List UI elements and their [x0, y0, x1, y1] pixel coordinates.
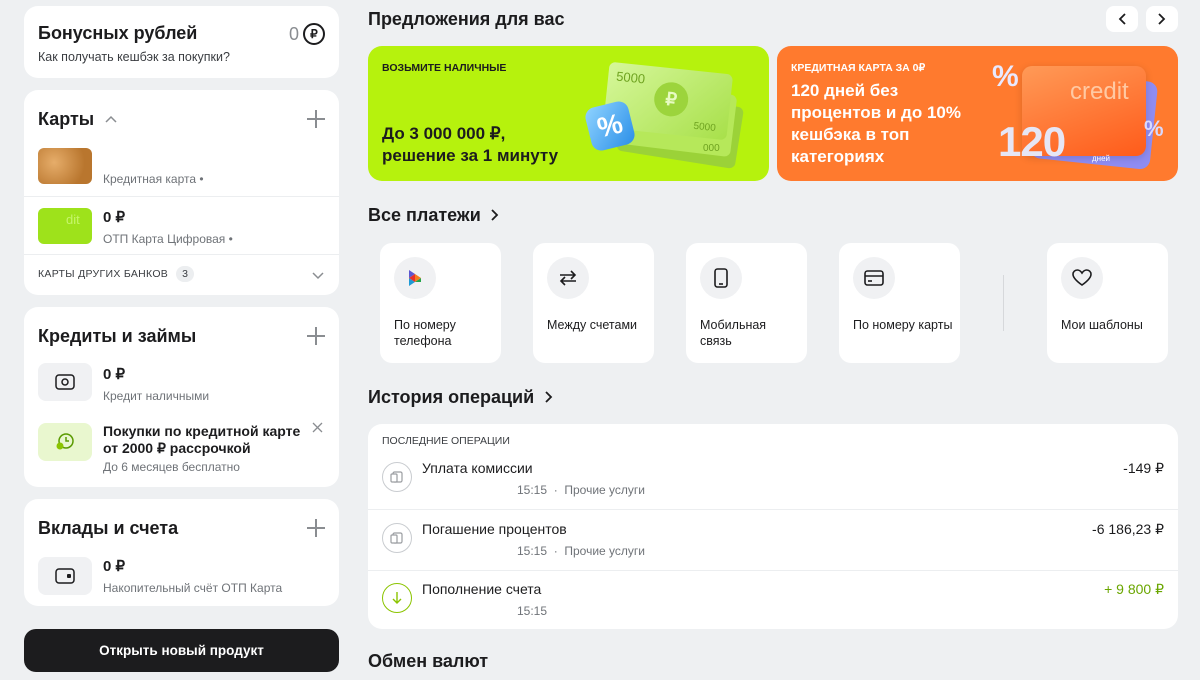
- promo-title: Покупки по кредитной карте от 2000 ₽ рас…: [103, 423, 301, 456]
- banner-tag: КРЕДИТНАЯ КАРТА ЗА 0₽: [791, 62, 926, 74]
- operation-name: Уплата комиссии: [422, 460, 533, 476]
- add-card-icon[interactable]: [307, 110, 325, 128]
- credit-amount: 0 ₽: [103, 366, 126, 383]
- chevron-right-icon: [491, 209, 499, 221]
- deposits-title: Вклады и счета: [38, 518, 179, 538]
- heart-icon: [1061, 257, 1103, 299]
- banner-text: До 3 000 000 ₽, решение за 1 минуту: [382, 124, 559, 165]
- payment-tile-phone[interactable]: По номеру телефона: [380, 243, 501, 363]
- banknotes-illustration: 5000 5000 ₽ 000 %: [583, 46, 758, 181]
- other-banks-row[interactable]: КАРТЫ ДРУГИХ БАНКОВ 3: [24, 258, 339, 290]
- operation-amount-positive: + 9 800 ₽: [1104, 581, 1164, 597]
- operation-name: Погашение процентов: [422, 521, 567, 537]
- sbp-icon: [394, 257, 436, 299]
- payment-tile-label: По номеру телефона: [394, 318, 456, 348]
- transfer-arrows-icon: [547, 257, 589, 299]
- history-title: История операций: [368, 387, 535, 407]
- operation-meta: 15:15 · Прочие услуги: [517, 544, 645, 558]
- credits-section: Кредиты и займы 0 ₽ Кредит наличными Пок…: [24, 307, 339, 487]
- divider: [368, 509, 1178, 510]
- payment-tile-templates[interactable]: Мои шаблоны: [1047, 243, 1168, 363]
- banner-text: 120 дней без процентов и до 10% кешбэка …: [791, 81, 961, 166]
- bonus-card[interactable]: Бонусных рублей Как получать кешбэк за п…: [24, 6, 339, 78]
- operation-time: 15:15: [517, 604, 548, 618]
- close-icon[interactable]: [312, 422, 323, 433]
- receipt-icon: [382, 462, 412, 492]
- promo-subtitle: До 6 месяцев бесплатно: [103, 460, 240, 474]
- card-item-credit[interactable]: Кредитная карта •: [24, 142, 339, 196]
- payment-tile-card-number[interactable]: По номеру карты: [839, 243, 960, 363]
- cash-icon: [38, 363, 92, 401]
- operation-amount: -6 186,23 ₽: [1092, 521, 1164, 537]
- open-new-product-button[interactable]: Открыть новый продукт: [24, 629, 339, 672]
- exchange-title: Обмен валют: [368, 651, 489, 671]
- payment-tile-label: Мои шаблоны: [1061, 318, 1143, 332]
- offers-prev-button[interactable]: [1106, 6, 1138, 32]
- history-caption: ПОСЛЕДНИЕ ОПЕРАЦИИ: [382, 435, 510, 447]
- credit-card-illustration: credit % % 120 дней: [992, 46, 1172, 181]
- card-name: Кредитная карта •: [103, 172, 204, 186]
- operation-row[interactable]: Пополнение счета 15:15 + 9 800 ₽: [368, 571, 1178, 631]
- payments-title: Все платежи: [368, 205, 481, 225]
- add-credit-icon[interactable]: [307, 327, 325, 345]
- deposits-section: Вклады и счета 0 ₽ Накопительный счёт ОТ…: [24, 499, 339, 606]
- payment-tile-between-accounts[interactable]: Между счетами: [533, 243, 654, 363]
- deposit-name: Накопительный счёт ОТП Карта: [103, 581, 283, 595]
- all-payments-link[interactable]: Все платежи: [368, 205, 499, 226]
- deposit-amount: 0 ₽: [103, 558, 126, 575]
- payment-tile-label: Мобильная связь: [700, 318, 767, 348]
- download-arrow-icon: [382, 583, 412, 613]
- digital-card-thumbnail: dit: [38, 208, 92, 244]
- deposit-item[interactable]: 0 ₽ Накопительный счёт ОТП Карта: [24, 553, 339, 601]
- operation-name: Пополнение счета: [422, 581, 542, 597]
- operation-meta: 15:15 · Прочие услуги: [517, 483, 645, 497]
- offer-banner-credit-card[interactable]: КРЕДИТНАЯ КАРТА ЗА 0₽ 120 дней без проце…: [777, 46, 1178, 181]
- credit-item-cash[interactable]: 0 ₽ Кредит наличными: [24, 361, 339, 411]
- divider: [24, 196, 339, 197]
- card-amount: 0 ₽: [103, 209, 126, 226]
- other-banks-label: КАРТЫ ДРУГИХ БАНКОВ: [38, 268, 169, 280]
- chevron-down-icon[interactable]: [312, 272, 324, 280]
- clock-coin-icon: [38, 423, 92, 461]
- ruble-icon: ₽: [303, 23, 325, 45]
- card-item-digital[interactable]: dit 0 ₽ ОТП Карта Цифровая •: [24, 200, 339, 248]
- credits-title: Кредиты и займы: [38, 326, 197, 346]
- bonus-cashback-link[interactable]: Как получать кешбэк за покупки?: [38, 50, 230, 64]
- operation-row[interactable]: Погашение процентов 15:15 · Прочие услуг…: [368, 511, 1178, 571]
- chevron-left-icon: [1118, 13, 1126, 25]
- tiles-divider: [1003, 275, 1004, 331]
- banner-tag: ВОЗЬМИТЕ НАЛИЧНЫЕ: [382, 62, 507, 74]
- operation-row[interactable]: Уплата комиссии 15:15 · Прочие услуги -1…: [368, 450, 1178, 510]
- credit-name: Кредит наличными: [103, 389, 210, 403]
- bonus-value: 0: [288, 24, 299, 44]
- offers-title: Предложения для вас: [368, 9, 565, 29]
- installment-promo[interactable]: Покупки по кредитной карте от 2000 ₽ рас…: [24, 417, 339, 483]
- bonus-title: Бонусных рублей: [38, 23, 198, 43]
- chevron-right-icon: [1158, 13, 1166, 25]
- payment-tile-mobile[interactable]: Мобильная связь: [686, 243, 807, 363]
- offers-next-button[interactable]: [1146, 6, 1178, 32]
- other-banks-count-badge: 3: [176, 266, 194, 282]
- card-name: ОТП Карта Цифровая •: [103, 232, 233, 246]
- wallet-icon: [38, 557, 92, 595]
- phone-icon: [700, 257, 742, 299]
- chevron-right-icon: [544, 391, 552, 403]
- payment-tile-label: Между счетами: [547, 318, 638, 332]
- card-icon: [853, 257, 895, 299]
- cards-title: Карты: [38, 109, 95, 129]
- chevron-up-icon[interactable]: [105, 115, 117, 123]
- add-deposit-icon[interactable]: [307, 519, 325, 537]
- receipt-icon: [382, 523, 412, 553]
- history-link[interactable]: История операций: [368, 387, 553, 408]
- payment-tile-label: По номеру карты: [853, 318, 953, 332]
- offer-banner-cash[interactable]: ВОЗЬМИТЕ НАЛИЧНЫЕ До 3 000 000 ₽, решени…: [368, 46, 769, 181]
- operation-amount: -149 ₽: [1123, 460, 1164, 476]
- divider: [24, 254, 339, 255]
- cards-section: Карты Кредитная карта • dit 0 ₽ ОТП Карт…: [24, 90, 339, 295]
- credit-card-thumbnail: [38, 148, 92, 184]
